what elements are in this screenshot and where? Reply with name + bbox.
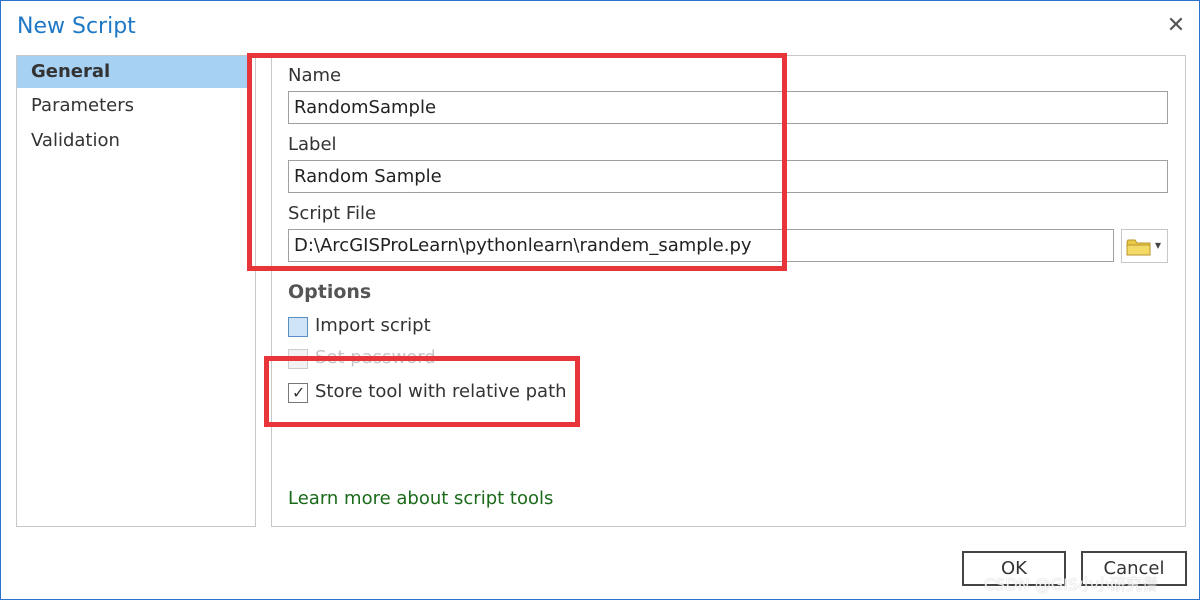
label-field[interactable]: Random Sample [288,160,1168,193]
watermark: CSDN @GIS小小研究僧 [984,575,1158,594]
general-panel [271,55,1186,527]
learn-more-link[interactable]: Learn more about script tools [288,488,553,509]
nav-item-validation[interactable]: Validation [17,125,247,157]
name-label: Name [288,65,342,86]
script-file-label: Script File [288,203,377,224]
checkbox-box [288,349,308,369]
chevron-down-icon: ▾ [1155,238,1162,252]
close-button[interactable]: ✕ [1164,14,1188,38]
store-relative-path-label: Store tool with relative path [315,381,567,402]
store-relative-path-checkbox[interactable]: ✓ Store tool with relative path [288,381,568,405]
checkbox-box[interactable] [288,317,308,337]
import-script-label: Import script [315,315,431,336]
script-file-field[interactable]: D:\ArcGISProLearn\pythonlearn\randem_sam… [288,229,1114,262]
name-field[interactable]: RandomSample [288,91,1168,124]
options-heading: Options [288,281,372,303]
set-password-checkbox: Set password [288,347,488,371]
set-password-label: Set password [315,347,436,368]
nav-item-general[interactable]: General [17,56,247,88]
check-icon: ✓ [292,383,306,402]
folder-icon [1126,239,1151,256]
new-script-dialog: New Script ✕ General Parameters Validati… [0,0,1200,600]
checkbox-box[interactable]: ✓ [288,383,308,403]
import-script-checkbox[interactable]: Import script [288,315,488,339]
nav-item-parameters[interactable]: Parameters [17,90,247,122]
dialog-title: New Script [17,14,136,39]
browse-button[interactable]: ▾ [1121,229,1168,263]
label-label: Label [288,134,337,155]
